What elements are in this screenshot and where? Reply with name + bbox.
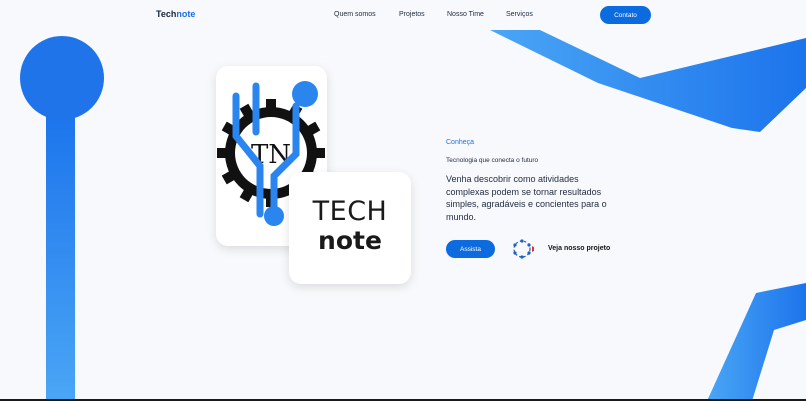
nav-link-servicos[interactable]: Serviços	[506, 11, 533, 18]
hero-kicker: Conheça	[446, 139, 475, 146]
hero-tagline: Tecnologia que conecta o futuro	[446, 157, 539, 164]
deco-bottom-right-stripe	[707, 283, 806, 401]
logo-wordmark-tech: TECH	[312, 196, 388, 227]
deco-stem	[46, 110, 75, 401]
nav-link-nosso-time[interactable]: Nosso Time	[447, 11, 484, 18]
deco-circle	[20, 36, 104, 120]
watch-button[interactable]: Assista	[446, 240, 495, 258]
logo-wordmark-note: note	[318, 226, 382, 255]
play-icon[interactable]	[510, 237, 534, 261]
brand-logo[interactable]: Technote	[156, 9, 195, 19]
brand-logo-main: Tech	[156, 9, 177, 19]
nav-link-projetos[interactable]: Projetos	[399, 11, 425, 18]
top-navigation: Technote Quem somos Projetos Nosso Time …	[0, 0, 806, 30]
deco-top-right-stripe	[490, 30, 806, 132]
hero-description: Venha descobrir como atividades complexa…	[446, 174, 607, 222]
nav-link-quem-somos[interactable]: Quem somos	[334, 11, 376, 18]
brand-logo-accent: note	[176, 9, 196, 19]
project-link[interactable]: Veja nosso projeto	[548, 245, 610, 252]
contact-button[interactable]: Contato	[600, 6, 651, 24]
